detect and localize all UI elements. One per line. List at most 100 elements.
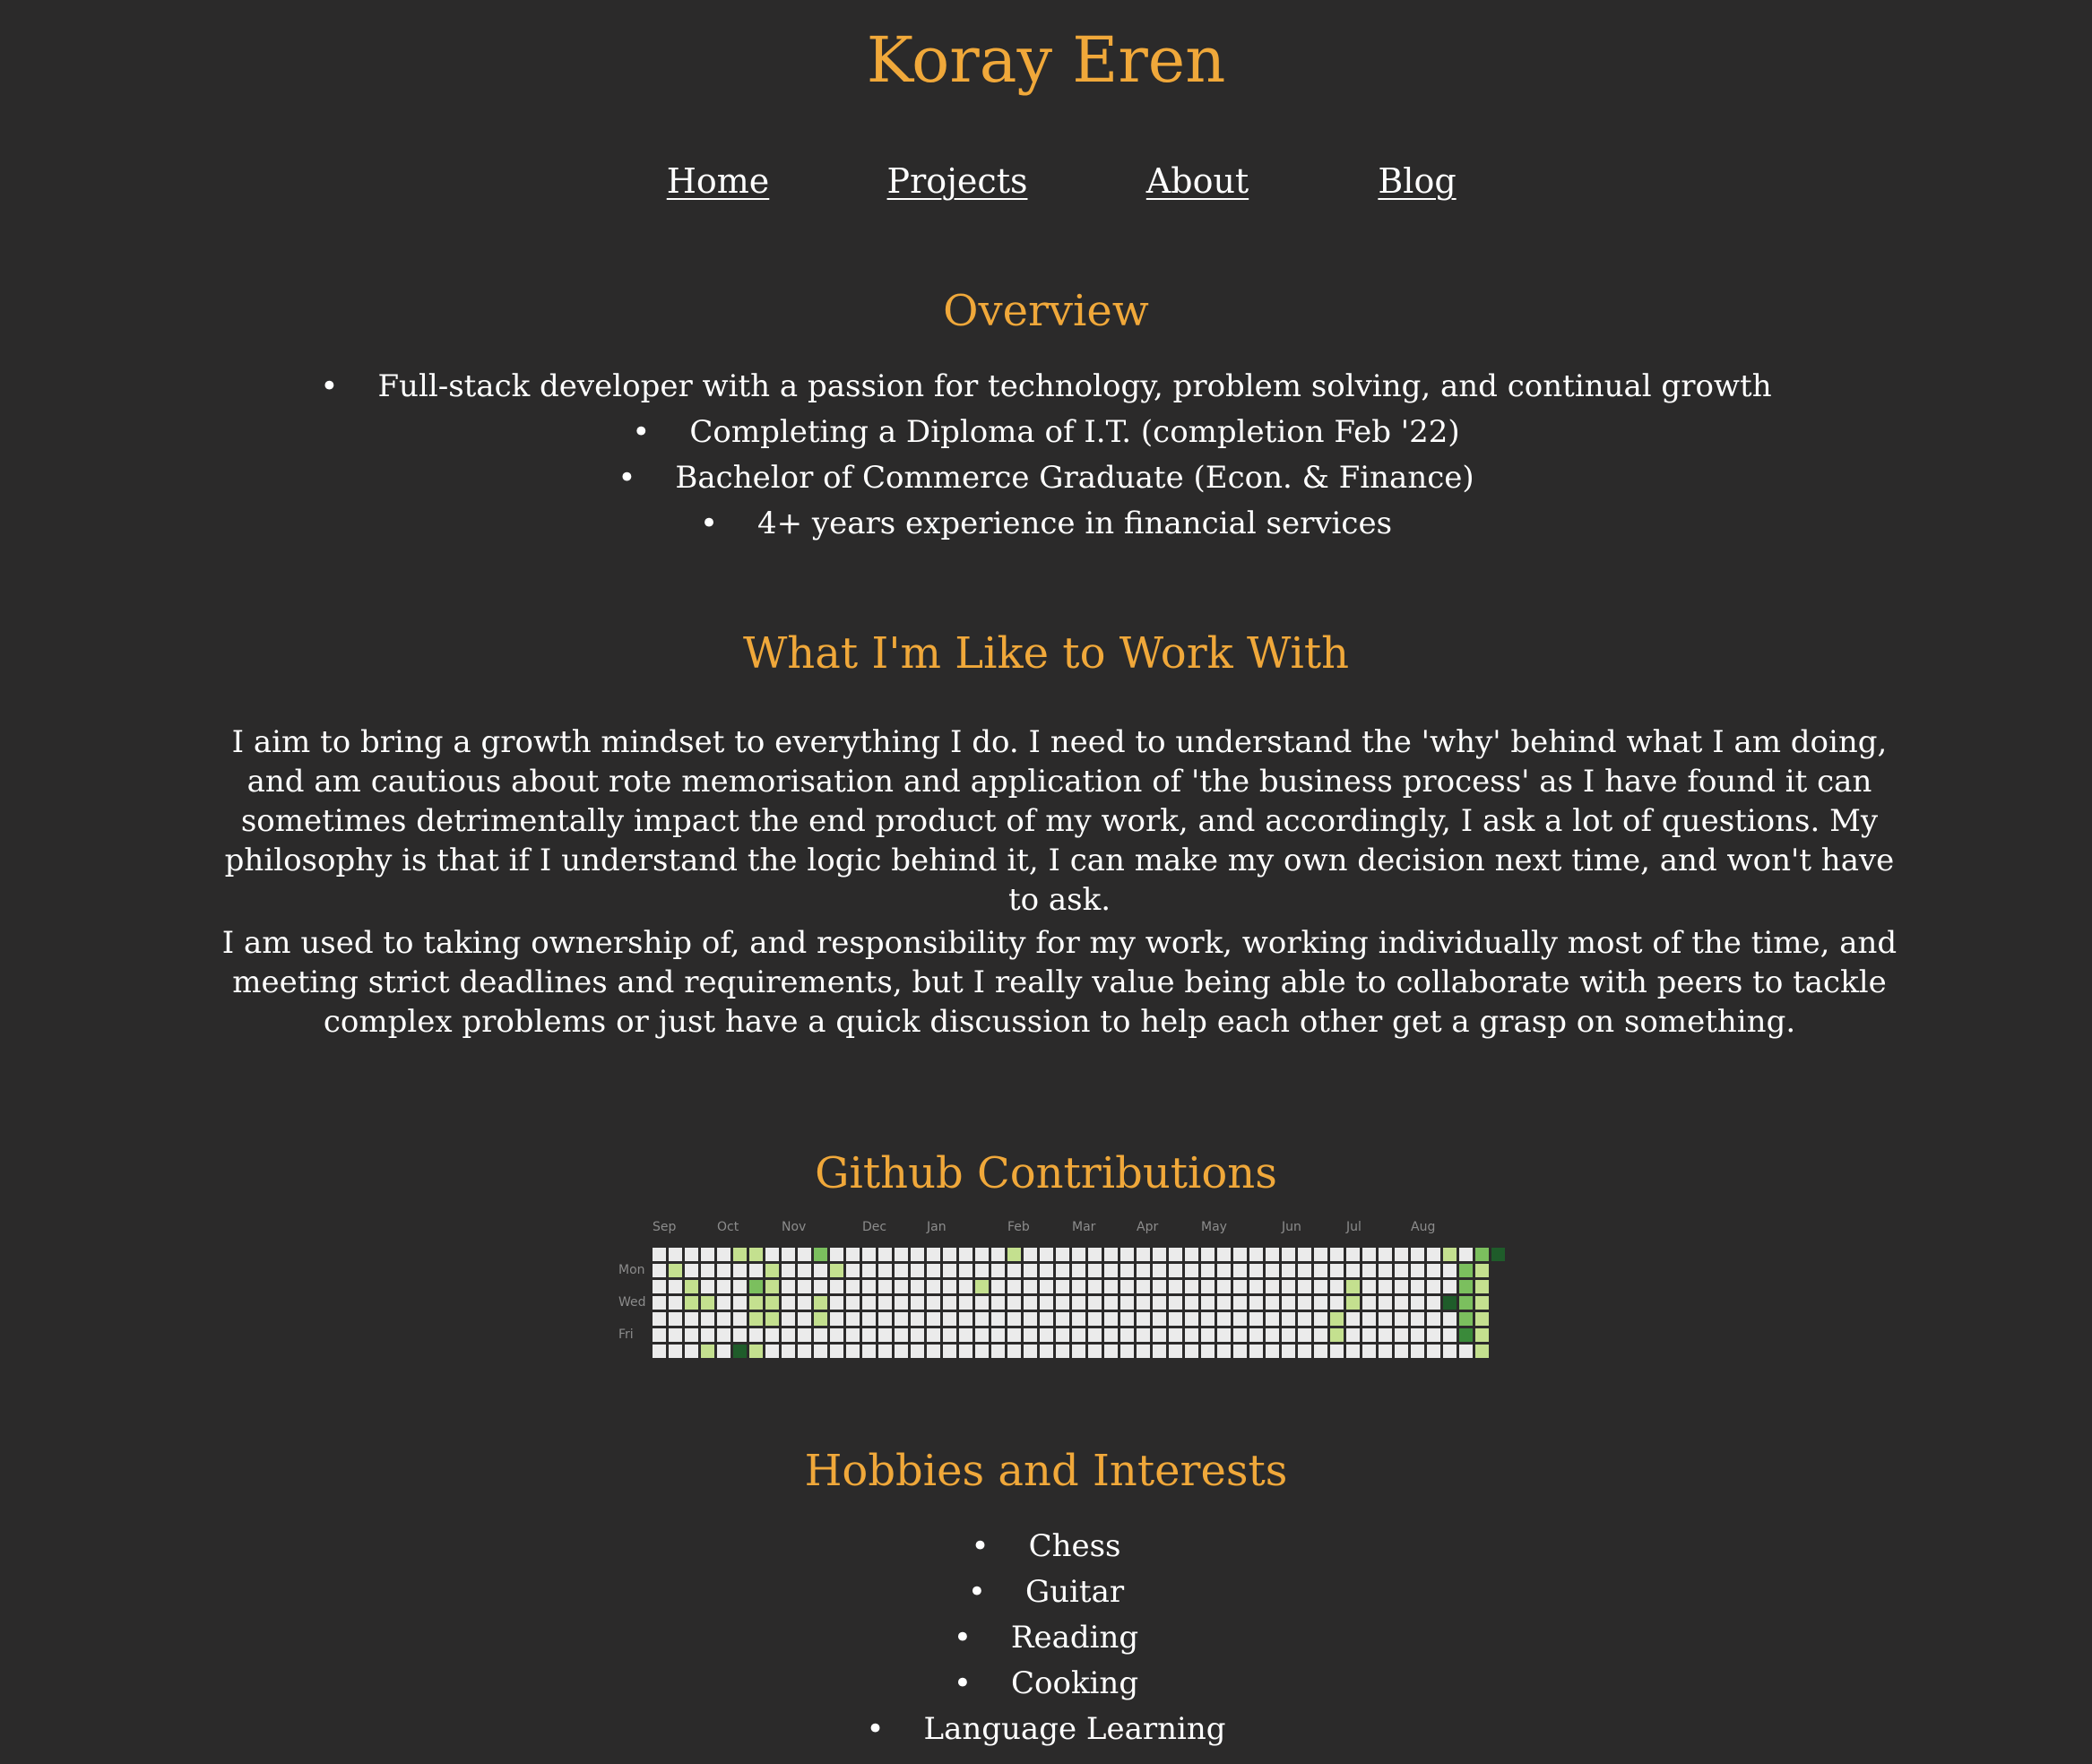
hobbies-title: Hobbies and Interests: [804, 1446, 1288, 1496]
contribution-cell: [878, 1248, 892, 1261]
contribution-cell: [991, 1345, 1005, 1358]
contribution-cell: [814, 1264, 827, 1277]
contribution-cell: [765, 1296, 779, 1310]
contribution-cell: [1201, 1264, 1215, 1277]
contribution-cell: [1395, 1280, 1408, 1293]
contribution-cell: [1024, 1248, 1037, 1261]
contribution-cell: [1169, 1345, 1182, 1358]
contribution-cell: [1346, 1328, 1360, 1342]
contribution-cell: [1395, 1264, 1408, 1277]
contribution-cell: [1249, 1345, 1263, 1358]
contribution-cell: [733, 1248, 747, 1261]
month-label: Oct: [717, 1220, 739, 1234]
contribution-cell: [1169, 1312, 1182, 1326]
contribution-cell: [975, 1312, 989, 1326]
contribution-cell: [975, 1248, 989, 1261]
nav-link-about[interactable]: About: [1146, 154, 1249, 208]
contribution-cell: [927, 1248, 940, 1261]
contribution-cell: [765, 1328, 779, 1342]
contribution-cell: [943, 1264, 956, 1277]
contribution-cell: [765, 1280, 779, 1293]
month-label: Jul: [1346, 1220, 1362, 1234]
list-item: 4+ years experience in financial service…: [0, 501, 2092, 547]
contribution-cell: [1137, 1280, 1150, 1293]
contribution-cell: [653, 1345, 666, 1358]
contribution-cell: [701, 1248, 714, 1261]
contribution-cell: [653, 1264, 666, 1277]
month-label: Nov: [782, 1220, 807, 1234]
contribution-cell: [1314, 1345, 1327, 1358]
contribution-cell: [1185, 1248, 1198, 1261]
contribution-cell: [1314, 1264, 1327, 1277]
contribution-cell: [798, 1312, 811, 1326]
contribution-cell: [733, 1345, 747, 1358]
contribution-cell: [1072, 1264, 1085, 1277]
contribution-cell: [1459, 1312, 1473, 1326]
contribution-cell: [1072, 1248, 1085, 1261]
contribution-cell: [830, 1248, 843, 1261]
contribution-cell: [862, 1345, 876, 1358]
nav-link-blog[interactable]: Blog: [1378, 154, 1456, 208]
contribution-cell: [927, 1345, 940, 1358]
nav-link-home[interactable]: Home: [667, 154, 770, 208]
list-item: Guitar: [0, 1569, 2092, 1615]
contribution-cell: [1330, 1312, 1344, 1326]
contribution-cell: [669, 1248, 682, 1261]
contribution-cell: [1088, 1345, 1102, 1358]
contribution-cell: [1153, 1328, 1166, 1342]
contribution-cell: [782, 1296, 795, 1310]
contribution-cell: [1040, 1296, 1053, 1310]
contribution-cell: [733, 1296, 747, 1310]
contribution-cell: [959, 1280, 973, 1293]
contribution-cell: [943, 1328, 956, 1342]
contribution-cell: [1120, 1264, 1134, 1277]
contribution-cell: [669, 1328, 682, 1342]
hobbies-list: Chess Guitar Reading Cooking Language Le…: [0, 1524, 2092, 1752]
contribution-cell: [1443, 1312, 1457, 1326]
contribution-cell: [1362, 1328, 1376, 1342]
contribution-cell: [959, 1328, 973, 1342]
contribution-cell: [798, 1345, 811, 1358]
nav-link-projects[interactable]: Projects: [887, 154, 1028, 208]
contribution-cell: [749, 1264, 763, 1277]
contribution-cell: [782, 1312, 795, 1326]
contribution-cell: [1475, 1328, 1489, 1342]
contribution-cell: [1104, 1264, 1118, 1277]
contribution-cell: [1072, 1345, 1085, 1358]
contribution-cell: [701, 1264, 714, 1277]
contribution-cell: [1314, 1280, 1327, 1293]
contribution-cell: [1282, 1248, 1295, 1261]
contribution-cell: [911, 1264, 924, 1277]
contribution-cell: [1233, 1264, 1247, 1277]
site-title: Koray Eren: [866, 23, 1226, 97]
contribution-cell: [1201, 1345, 1215, 1358]
contribution-cell: [991, 1264, 1005, 1277]
contribution-cell: [830, 1345, 843, 1358]
contribution-cell: [1298, 1248, 1311, 1261]
contribution-cell: [1330, 1345, 1344, 1358]
contribution-cell: [846, 1345, 860, 1358]
contribution-cell: [862, 1280, 876, 1293]
contribution-cell: [1411, 1345, 1424, 1358]
contribution-cell: [1169, 1280, 1182, 1293]
list-item: Completing a Diploma of I.T. (completion…: [0, 410, 2092, 455]
contribution-cell: [814, 1296, 827, 1310]
contribution-cell: [1266, 1280, 1279, 1293]
contribution-cell: [1217, 1345, 1231, 1358]
contribution-cell: [927, 1328, 940, 1342]
contribution-cell: [1459, 1280, 1473, 1293]
contribution-cell: [1056, 1264, 1069, 1277]
contribution-cell: [862, 1328, 876, 1342]
list-item: Full-stack developer with a passion for …: [0, 364, 2092, 410]
contribution-cell: [911, 1280, 924, 1293]
contribution-cell: [717, 1328, 730, 1342]
contribution-cell: [1007, 1312, 1021, 1326]
contribution-cell: [1298, 1264, 1311, 1277]
contribution-cell: [685, 1312, 698, 1326]
contribution-cell: [895, 1264, 908, 1277]
contribution-cell: [1040, 1312, 1053, 1326]
contribution-cell: [959, 1264, 973, 1277]
contribution-cell: [1282, 1296, 1295, 1310]
contribution-cell: [1072, 1312, 1085, 1326]
contribution-cell: [1056, 1312, 1069, 1326]
